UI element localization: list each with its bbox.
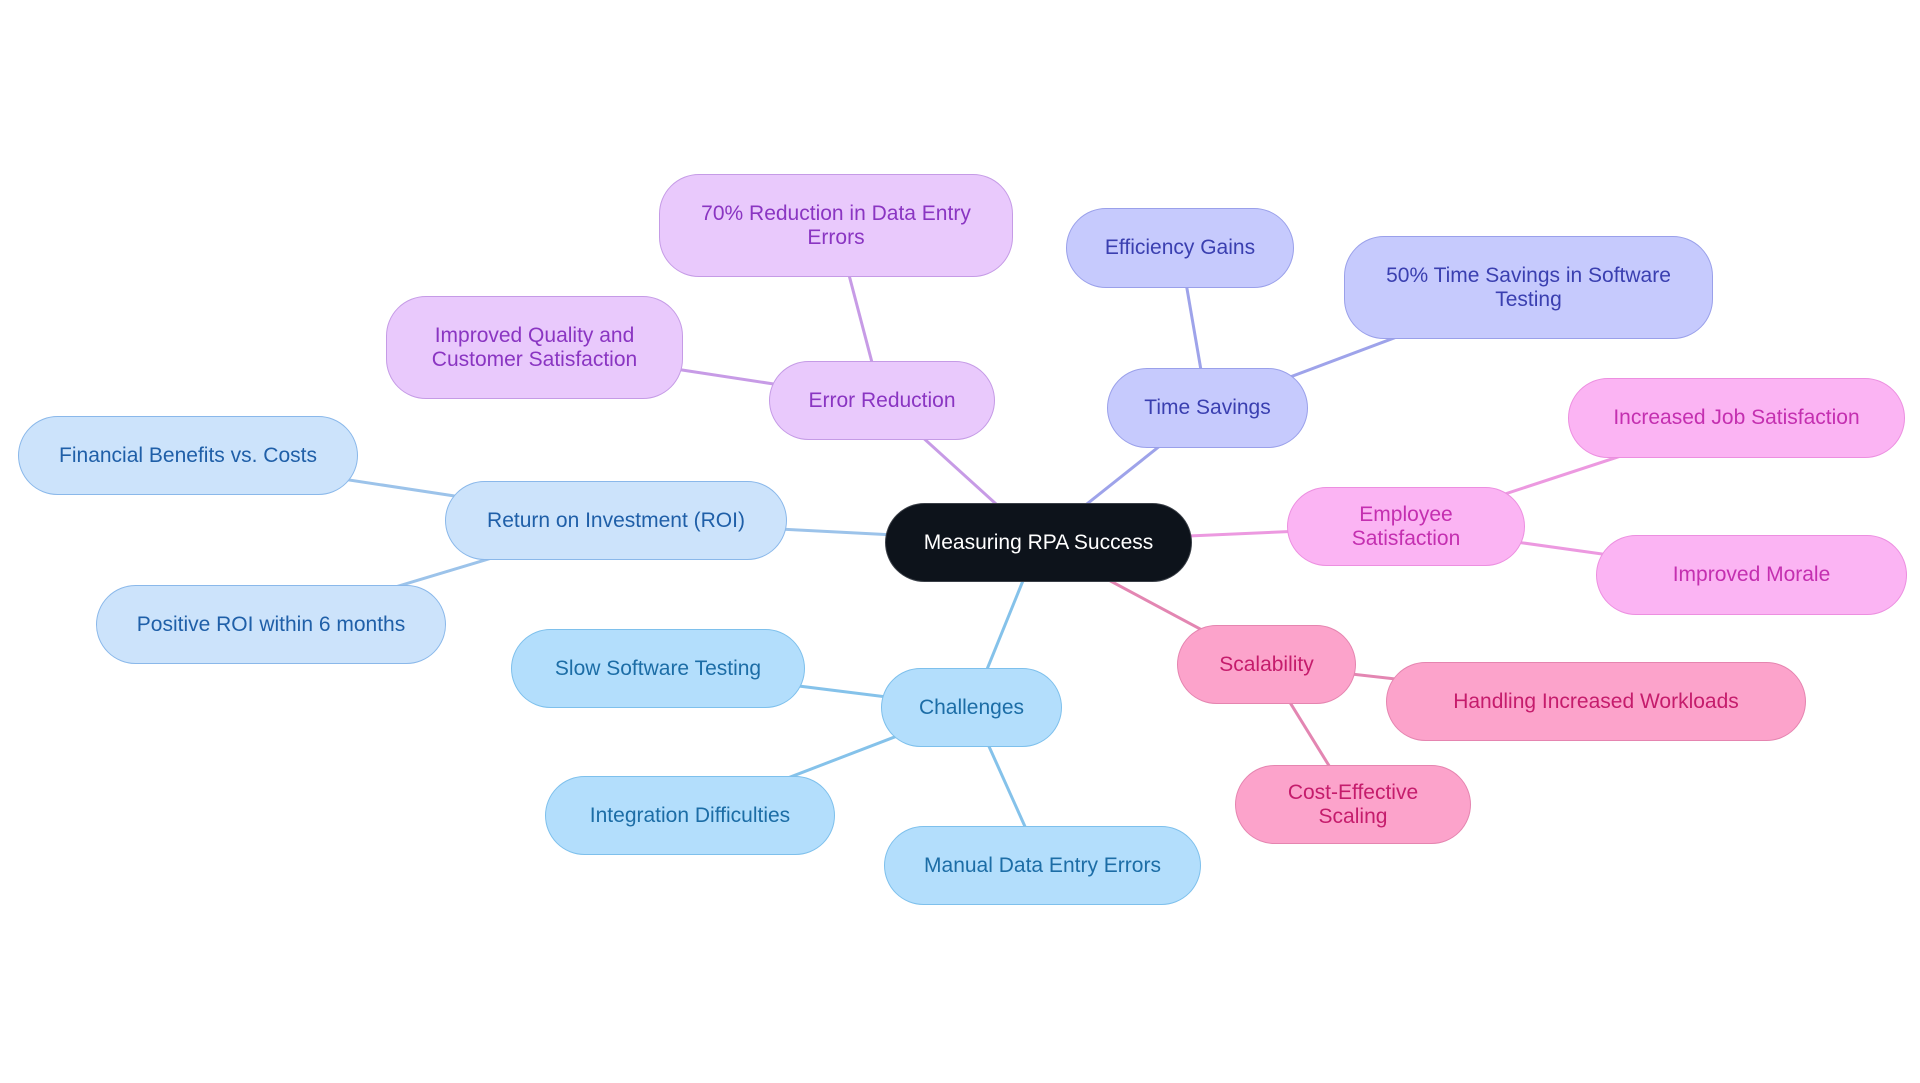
leaf-improved-morale[interactable]: Improved Morale [1596, 535, 1907, 615]
branch-employee-satisfaction[interactable]: Employee Satisfaction [1287, 487, 1525, 566]
leaf-increased-job-satisfaction[interactable]: Increased Job Satisfaction [1568, 378, 1905, 458]
root-node[interactable]: Measuring RPA Success [885, 503, 1192, 582]
leaf-integration-difficulties[interactable]: Integration Difficulties [545, 776, 835, 855]
branch-challenges[interactable]: Challenges [881, 668, 1062, 747]
leaf-70-percent-reduction[interactable]: 70% Reduction in Data Entry Errors [659, 174, 1013, 277]
branch-scalability[interactable]: Scalability [1177, 625, 1356, 704]
leaf-cost-effective-scaling[interactable]: Cost-Effective Scaling [1235, 765, 1471, 844]
leaf-slow-software-testing[interactable]: Slow Software Testing [511, 629, 805, 708]
leaf-positive-roi[interactable]: Positive ROI within 6 months [96, 585, 446, 664]
leaf-handling-workloads[interactable]: Handling Increased Workloads [1386, 662, 1806, 741]
leaf-manual-data-entry-errors[interactable]: Manual Data Entry Errors [884, 826, 1201, 905]
branch-time-savings[interactable]: Time Savings [1107, 368, 1308, 448]
leaf-efficiency-gains[interactable]: Efficiency Gains [1066, 208, 1294, 288]
branch-error-reduction[interactable]: Error Reduction [769, 361, 995, 440]
leaf-improved-quality[interactable]: Improved Quality and Customer Satisfacti… [386, 296, 683, 399]
leaf-financial-benefits[interactable]: Financial Benefits vs. Costs [18, 416, 358, 495]
branch-roi[interactable]: Return on Investment (ROI) [445, 481, 787, 560]
leaf-50-percent-time-savings[interactable]: 50% Time Savings in Software Testing [1344, 236, 1713, 339]
